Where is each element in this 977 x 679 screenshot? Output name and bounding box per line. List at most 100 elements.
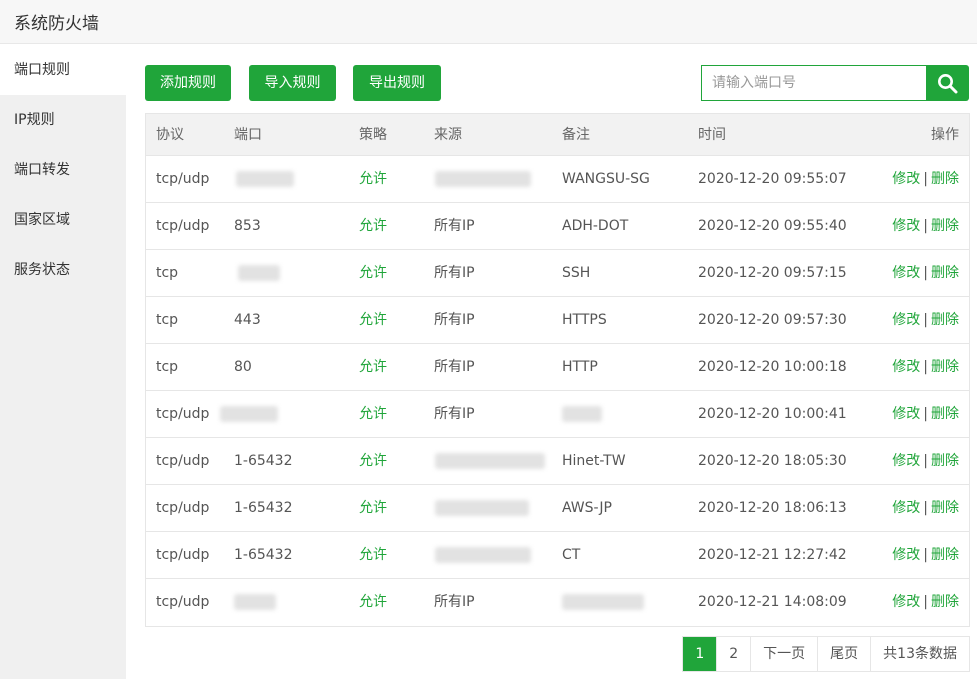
delete-link[interactable]: 删除: [931, 500, 959, 516]
ops-separator: |: [923, 500, 928, 516]
table-header: 协议 端口 策略 来源 备注 时间 操作: [146, 114, 969, 156]
header-port: 端口: [234, 127, 262, 143]
cell-ops: 修改 | 删除: [892, 532, 959, 579]
cell-source: 所有IP: [434, 359, 475, 375]
cell-policy: 允许: [359, 453, 387, 469]
main-panel: 添加规则 导入规则 导出规则 协议 端口 策略 来源 备注 时间 操作 tcp/…: [126, 45, 977, 679]
delete-link[interactable]: 删除: [931, 453, 959, 469]
cell-protocol: tcp/udp: [156, 500, 210, 516]
edit-link[interactable]: 修改: [892, 265, 920, 281]
cell-note: AWS-JP: [562, 500, 612, 516]
ops-separator: |: [923, 218, 928, 234]
edit-link[interactable]: 修改: [892, 218, 920, 234]
cell-time: 2020-12-20 18:05:30: [698, 453, 847, 469]
import-rules-button[interactable]: 导入规则: [249, 65, 336, 101]
ops-separator: |: [923, 594, 928, 610]
cell-policy: 允许: [359, 359, 387, 375]
redacted-source: [435, 171, 531, 187]
cell-time: 2020-12-21 14:08:09: [698, 594, 847, 610]
delete-link[interactable]: 删除: [931, 406, 959, 422]
cell-time: 2020-12-20 10:00:18: [698, 359, 847, 375]
cell-ops: 修改 | 删除: [892, 391, 959, 438]
cell-note: HTTP: [562, 359, 598, 375]
page-1-button[interactable]: 1: [683, 637, 717, 671]
delete-link[interactable]: 删除: [931, 312, 959, 328]
cell-protocol: tcp/udp: [156, 171, 210, 187]
delete-link[interactable]: 删除: [931, 218, 959, 234]
cell-time: 2020-12-20 09:57:15: [698, 265, 847, 281]
pagination: 1 2 下一页 尾页 共13条数据: [682, 636, 970, 672]
header-ops: 操作: [931, 127, 959, 143]
sidebar-item-port-rules[interactable]: 端口规则: [0, 45, 126, 95]
edit-link[interactable]: 修改: [892, 594, 920, 610]
export-rules-button[interactable]: 导出规则: [353, 65, 441, 101]
cell-ops: 修改 | 删除: [892, 156, 959, 203]
ops-separator: |: [923, 406, 928, 422]
cell-protocol: tcp/udp: [156, 594, 210, 610]
cell-time: 2020-12-20 09:55:40: [698, 218, 847, 234]
add-rule-button[interactable]: 添加规则: [145, 65, 231, 101]
redacted-port: [234, 594, 276, 610]
redacted-port: [236, 171, 294, 187]
cell-ops: 修改 | 删除: [892, 579, 959, 626]
cell-note: ADH-DOT: [562, 218, 629, 234]
redacted-port: [220, 406, 278, 422]
ops-separator: |: [923, 547, 928, 563]
delete-link[interactable]: 删除: [931, 359, 959, 375]
ops-separator: |: [923, 453, 928, 469]
cell-source: 所有IP: [434, 218, 475, 234]
delete-link[interactable]: 删除: [931, 171, 959, 187]
delete-link[interactable]: 删除: [931, 265, 959, 281]
port-rules-table: 协议 端口 策略 来源 备注 时间 操作 tcp/udp 允许 WANGSU-S…: [145, 113, 970, 627]
cell-policy: 允许: [359, 312, 387, 328]
redacted-source: [435, 547, 531, 563]
search-button[interactable]: [926, 65, 969, 101]
cell-policy: 允许: [359, 406, 387, 422]
cell-source: 所有IP: [434, 265, 475, 281]
edit-link[interactable]: 修改: [892, 406, 920, 422]
table-row: tcp/udp 允许 WANGSU-SG 2020-12-20 09:55:07…: [146, 156, 969, 203]
sidebar-item-port-forward[interactable]: 端口转发: [0, 145, 126, 195]
edit-link[interactable]: 修改: [892, 171, 920, 187]
sidebar-item-ip-rules[interactable]: IP规则: [0, 95, 126, 145]
next-page-button[interactable]: 下一页: [750, 637, 817, 671]
cell-source: 所有IP: [434, 406, 475, 422]
delete-link[interactable]: 删除: [931, 547, 959, 563]
ops-separator: |: [923, 359, 928, 375]
cell-note: SSH: [562, 265, 591, 281]
table-row: tcp/udp 允许 所有IP 2020-12-21 14:08:09 修改 | 删…: [146, 579, 969, 626]
cell-ops: 修改 | 删除: [892, 250, 959, 297]
edit-link[interactable]: 修改: [892, 500, 920, 516]
cell-protocol: tcp/udp: [156, 453, 210, 469]
search-icon: [938, 74, 958, 94]
cell-time: 2020-12-20 18:06:13: [698, 500, 847, 516]
table-row: tcp 80 允许 所有IP HTTP 2020-12-20 10:00:18 …: [146, 344, 969, 391]
edit-link[interactable]: 修改: [892, 547, 920, 563]
delete-link[interactable]: 删除: [931, 594, 959, 610]
cell-note: HTTPS: [562, 312, 607, 328]
window-title: 系统防火墙: [14, 14, 99, 34]
edit-link[interactable]: 修改: [892, 359, 920, 375]
table-row: tcp/udp 1-65432 允许 CT 2020-12-21 12:27:4…: [146, 532, 969, 579]
table-row: tcp/udp 允许 所有IP 2020-12-20 10:00:41 修改 | 删…: [146, 391, 969, 438]
port-search-input[interactable]: [701, 65, 927, 101]
redacted-source: [435, 453, 545, 469]
cell-policy: 允许: [359, 500, 387, 516]
cell-port: 443: [234, 312, 261, 328]
cell-time: 2020-12-20 09:55:07: [698, 171, 847, 187]
cell-protocol: tcp/udp: [156, 218, 210, 234]
page-2-button[interactable]: 2: [716, 637, 750, 671]
cell-time: 2020-12-21 12:27:42: [698, 547, 847, 563]
last-page-button[interactable]: 尾页: [817, 637, 870, 671]
cell-note: CT: [562, 547, 581, 563]
redacted-source: [435, 500, 529, 516]
edit-link[interactable]: 修改: [892, 453, 920, 469]
cell-policy: 允许: [359, 171, 387, 187]
cell-port: 1-65432: [234, 453, 293, 469]
sidebar-item-service-status[interactable]: 服务状态: [0, 245, 126, 295]
sidebar-item-country-region[interactable]: 国家区域: [0, 195, 126, 245]
edit-link[interactable]: 修改: [892, 312, 920, 328]
cell-note: WANGSU-SG: [562, 171, 650, 187]
cell-policy: 允许: [359, 265, 387, 281]
cell-ops: 修改 | 删除: [892, 438, 959, 485]
